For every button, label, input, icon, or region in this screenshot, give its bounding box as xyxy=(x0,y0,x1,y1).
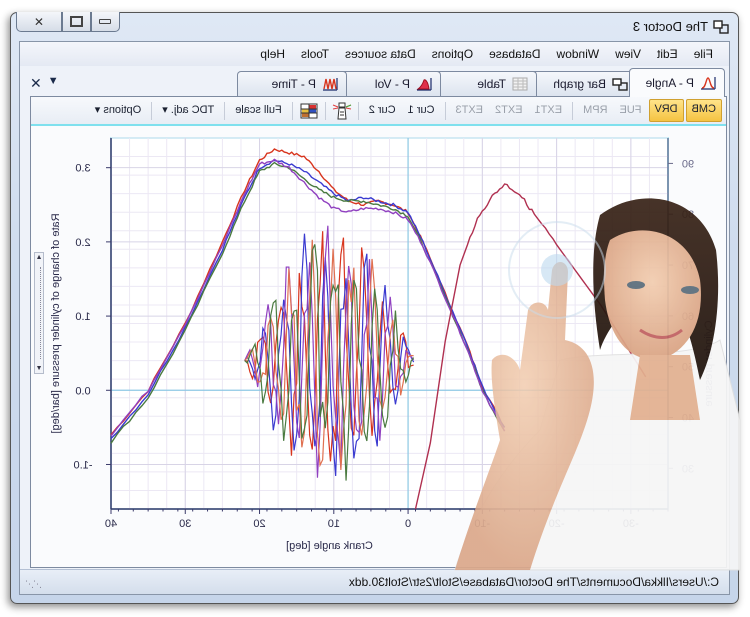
woman-figure xyxy=(454,198,741,571)
overlay-photo xyxy=(454,198,741,571)
touch-glow xyxy=(541,254,573,286)
eye-left xyxy=(627,281,645,289)
neck xyxy=(630,355,700,420)
eye-right xyxy=(681,286,699,294)
